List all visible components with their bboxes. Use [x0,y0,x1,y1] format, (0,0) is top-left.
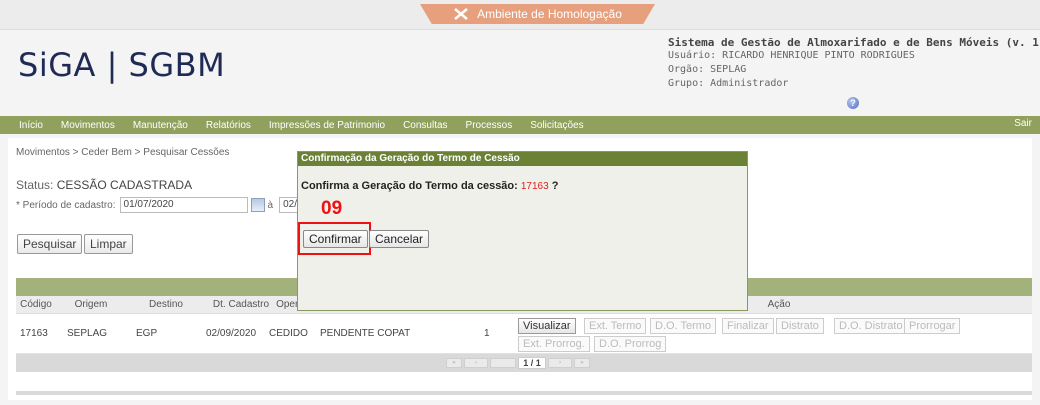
system-title: Sistema de Gestão de Almoxarifado e de B… [668,36,1040,49]
do-termo-button[interactable]: D.O. Termo [650,318,717,334]
col-header-codigo: Código [20,299,52,310]
tools-icon [454,8,468,20]
cell-origem: SEPLAG [67,328,108,339]
nav-item-relatorios[interactable]: Relatórios [197,120,260,131]
pager: « ‹ 1 / 1 › » [16,354,1032,372]
confirm-dialog: Confirmação da Geração do Termo de Cessã… [297,151,748,311]
page-spacer [490,358,516,368]
first-page-icon[interactable]: « [446,358,462,368]
col-header-destino: Destino [149,299,183,310]
dialog-cessao-number: 17163 [520,181,549,192]
do-distrato-button[interactable]: D.O. Distrato [834,318,908,334]
nav-item-movimentos[interactable]: Movimentos [52,120,124,131]
visualizar-button[interactable]: Visualizar [518,318,576,334]
date-separator: à [267,199,274,211]
prev-page-icon[interactable]: ‹ [464,358,488,368]
search-button[interactable]: Pesquisar [17,234,83,254]
cell-dt-cadastro: 02/09/2020 [206,328,257,339]
clear-button[interactable]: Limpar [84,234,133,254]
next-page-icon[interactable]: › [548,358,572,368]
dialog-title: Confirmação da Geração do Termo de Cessã… [298,152,747,166]
app-logo: SiGA | SGBM [18,46,226,84]
ext-prorrog-button[interactable]: Ext. Prorrog. [518,336,590,352]
environment-banner: Ambiente de Homologação [420,4,655,24]
main-nav: Início Movimentos Manutenção Relatórios … [0,116,1040,134]
nav-item-inicio[interactable]: Início [0,120,52,131]
org-info: Orgão: SEPLAG [668,64,747,75]
help-icon[interactable]: ? [847,97,859,109]
system-info: Sistema de Gestão de Almoxarifado e de B… [668,36,1040,91]
step-annotation: 09 [321,198,343,219]
col-header-acao: Ação [767,299,791,310]
nav-item-impressoes[interactable]: Impressões de Patrimonio [260,120,394,131]
user-info: Usuário: RICARDO HENRIQUE PINTO RODRIGUE… [668,50,915,61]
group-info: Grupo: Administrador [668,78,789,89]
finalizar-button[interactable]: Finalizar [722,318,774,334]
distrato-button[interactable]: Distrato [776,318,824,334]
do-prorrog-button[interactable]: D.O. Prorrog [594,336,667,352]
cancel-button[interactable]: Cancelar [369,230,430,248]
cell-destino: EGP [136,328,158,339]
nav-item-manutencao[interactable]: Manutenção [124,120,197,131]
confirm-button[interactable]: Confirmar [303,230,368,248]
status-label: Status: [16,178,54,192]
ext-termo-button[interactable]: Ext. Termo [584,318,647,334]
nav-item-processos[interactable]: Processos [457,120,522,131]
nav-item-solicitacoes[interactable]: Solicitações [521,120,592,131]
page-indicator: 1 / 1 [518,357,546,369]
col-header-dt-cadastro: Dt. Cadastro [212,299,270,310]
top-strip: Ambiente de Homologação [0,0,1040,30]
cell-situacao: PENDENTE COPAT [320,328,411,339]
cell-quantidade: 1 [484,328,490,339]
period-filter: * Período de cadastro: 01/07/2020 à 02/0… [16,197,328,213]
status-filter: Status: CESSÃO CADASTRADA [16,178,192,192]
environment-label: Ambiente de Homologação [477,7,622,21]
table-row: 17163 SEPLAG EGP 02/09/2020 CEDIDO PENDE… [16,314,1032,354]
calendar-icon[interactable] [250,198,265,212]
col-header-origem: Origem [74,299,108,310]
dialog-message-text: Confirma a Geração do Termo da cessão: [301,180,518,192]
dialog-message: Confirma a Geração do Termo da cessão: 1… [301,180,558,192]
breadcrumb: Movimentos > Ceder Bem > Pesquisar Cessõ… [16,147,230,158]
cell-operacao: CEDIDO [269,328,308,339]
status-value[interactable]: CESSÃO CADASTRADA [57,178,192,192]
footer-divider [16,391,1032,395]
period-label: * Período de cadastro: [16,199,116,211]
date-from-input[interactable]: 01/07/2020 [119,197,248,213]
dialog-message-suffix: ? [551,180,559,192]
last-page-icon[interactable]: » [574,358,590,368]
cell-codigo: 17163 [20,328,48,339]
exit-link[interactable]: Sair [1014,118,1032,129]
prorrogar-button[interactable]: Prorrogar [904,318,961,334]
nav-item-consultas[interactable]: Consultas [394,120,456,131]
